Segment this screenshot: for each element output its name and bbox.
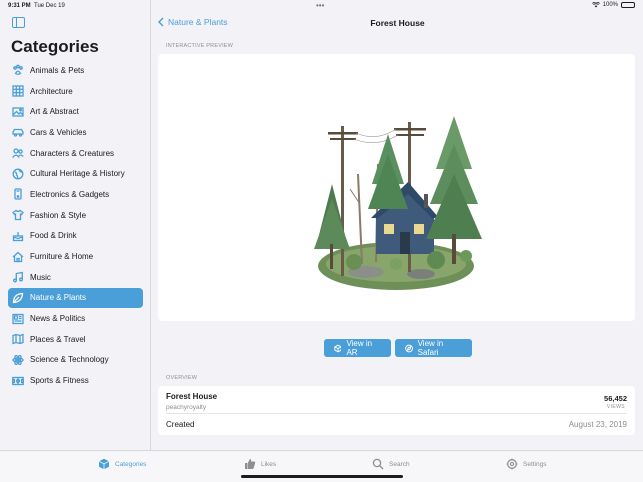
sidebar-item-cars-vehicles[interactable]: Cars & Vehicles (8, 122, 143, 143)
sidebar-item-architecture[interactable]: Architecture (8, 81, 143, 102)
building-icon (12, 85, 24, 97)
cake-icon (12, 230, 24, 242)
action-buttons: View in AR View in Safari (152, 339, 643, 357)
sidebar-item-art-abstract[interactable]: Art & Abstract (8, 101, 143, 122)
sidebar-item-label: Art & Abstract (30, 107, 79, 117)
sidebar-item-cultural-heritage[interactable]: Cultural Heritage & History (8, 163, 143, 184)
created-date: August 23, 2019 (568, 420, 627, 429)
status-bar: 9:31 PM Tue Dec 19 ••• 100% (0, 0, 643, 12)
newspaper-icon (12, 313, 24, 325)
wifi-icon (591, 2, 600, 8)
sports-icon (12, 375, 24, 387)
multitasking-dots[interactable]: ••• (316, 1, 324, 10)
thumbs-up-icon (245, 459, 256, 469)
tab-label: Categories (115, 460, 147, 468)
sidebar-item-sports-fitness[interactable]: Sports & Fitness (8, 370, 143, 391)
tab-categories[interactable]: Categories (98, 458, 146, 470)
sidebar-item-label: Sports & Fitness (30, 376, 89, 386)
model-author[interactable]: peachyroyalty (166, 404, 206, 411)
sidebar-item-label: Places & Travel (30, 334, 86, 344)
sidebar-item-label: Electronics & Gadgets (30, 189, 110, 199)
ar-icon (333, 344, 342, 352)
sidebar-item-animals-pets[interactable]: Animals & Pets (8, 60, 143, 81)
sidebar-item-music[interactable]: Music (8, 267, 143, 288)
device-icon (12, 188, 24, 201)
image-icon (12, 106, 24, 118)
detail-pane: Nature & Plants Forest House INTERACTIVE… (152, 0, 643, 450)
leaf-icon (12, 292, 24, 304)
atom-icon (12, 354, 24, 366)
sidebar-toggle-icon[interactable] (12, 17, 25, 28)
globe-icon (12, 168, 24, 180)
sidebar-item-label: Fashion & Style (30, 210, 87, 220)
model-name: Forest House (166, 392, 218, 401)
status-time: 9:31 PM (8, 3, 31, 9)
sidebar-item-electronics-gadgets[interactable]: Electronics & Gadgets (8, 184, 143, 205)
sidebar-item-label: Architecture (30, 86, 73, 96)
compass-icon (404, 344, 413, 352)
status-right: 100% (591, 2, 635, 8)
sidebar-title: Categories (11, 37, 99, 56)
page-title: Forest House (370, 18, 425, 28)
sidebar-item-places-travel[interactable]: Places & Travel (8, 329, 143, 350)
sidebar-item-label: Nature & Plants (30, 293, 87, 303)
sidebar-item-nature-plants[interactable]: Nature & Plants (8, 287, 143, 309)
view-count-label: VIEWS (606, 404, 625, 410)
sidebar-item-label: News & Politics (30, 314, 86, 324)
view-in-ar-label: View in AR (346, 339, 373, 357)
sidebar: Categories Animals & Pets Architecture A… (0, 0, 151, 450)
tab-search[interactable]: Search (372, 458, 410, 470)
view-in-ar-button[interactable]: View in AR (323, 339, 391, 357)
tab-label: Settings (523, 460, 547, 468)
sidebar-item-label: Animals & Pets (30, 65, 85, 75)
house-icon (12, 251, 24, 263)
view-in-safari-button[interactable]: View in Safari (394, 339, 472, 357)
gear-icon (506, 458, 518, 470)
sidebar-item-label: Music (30, 272, 51, 282)
sidebar-item-label: Food & Drink (30, 231, 77, 241)
overview-row-title: Forest House peachyroyalty 56,452 VIEWS (166, 390, 627, 414)
sidebar-item-fashion-style[interactable]: Fashion & Style (8, 205, 143, 226)
sidebar-item-label: Science & Technology (30, 355, 109, 365)
preview-section-label: INTERACTIVE PREVIEW (166, 43, 234, 49)
sidebar-item-label: Characters & Creatures (30, 148, 115, 158)
view-count: 56,452 (604, 394, 627, 403)
sidebar-item-food-drink[interactable]: Food & Drink (8, 226, 143, 247)
shirt-icon (12, 209, 24, 221)
battery-icon (621, 2, 635, 8)
tab-likes[interactable]: Likes (244, 458, 276, 470)
status-date: Tue Dec 19 (34, 3, 65, 9)
battery-percent: 100% (602, 2, 618, 8)
music-note-icon (12, 271, 24, 283)
tab-settings[interactable]: Settings (506, 458, 547, 470)
sidebar-item-label: Cultural Heritage & History (30, 169, 125, 179)
forest-house-model[interactable] (296, 114, 496, 294)
car-icon (12, 126, 24, 138)
interactive-preview[interactable] (158, 54, 635, 321)
sidebar-item-characters-creatures[interactable]: Characters & Creatures (8, 143, 143, 164)
created-label: Created (166, 420, 195, 429)
map-icon (12, 333, 24, 345)
tab-label: Search (389, 460, 410, 468)
sidebar-item-furniture-home[interactable]: Furniture & Home (8, 246, 143, 267)
search-icon (372, 458, 384, 470)
sidebar-item-science-technology[interactable]: Science & Technology (8, 350, 143, 371)
sidebar-item-label: Cars & Vehicles (30, 127, 87, 137)
home-indicator (241, 475, 403, 478)
sidebar-item-news-politics[interactable]: News & Politics (8, 308, 143, 329)
sidebar-item-label: Furniture & Home (30, 252, 94, 262)
tab-label: Likes (261, 460, 277, 468)
cube-icon (98, 458, 110, 470)
people-icon (12, 147, 24, 159)
overview-section-label: OVERVIEW (166, 375, 198, 381)
view-in-safari-label: View in Safari (417, 339, 444, 357)
paw-icon (12, 64, 24, 76)
category-list: Animals & Pets Architecture Art & Abstra… (8, 60, 143, 391)
overview-card: Forest House peachyroyalty 56,452 VIEWS … (158, 386, 635, 435)
